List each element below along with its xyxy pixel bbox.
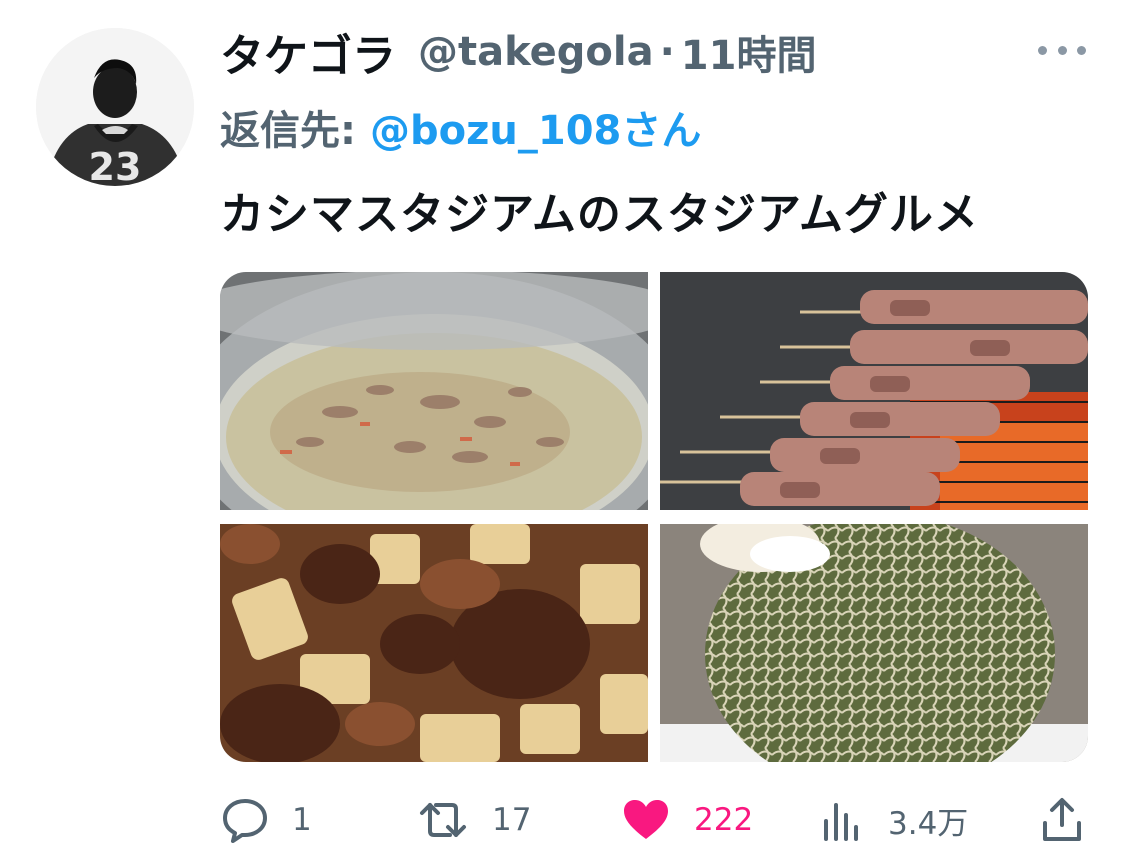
avatar-jersey-number: 23 <box>89 145 142 186</box>
speech-bubble-icon <box>223 799 267 843</box>
action-bar: 1 17 222 3.4万 <box>220 790 1090 850</box>
retweet-count: 17 <box>492 802 532 838</box>
tweet-header: タケゴラ @takegola · 11時間 <box>220 22 816 82</box>
like-button[interactable]: 222 <box>620 790 753 850</box>
photo-yakitori-skewers[interactable] <box>660 272 1088 510</box>
more-dots-icon[interactable] <box>1038 36 1086 64</box>
reply-context: 返信先: @bozu_108さん <box>220 98 701 156</box>
avatar[interactable]: 23 <box>36 28 194 186</box>
bar-chart-icon <box>824 803 858 841</box>
retweet-icon <box>420 803 466 837</box>
views-button[interactable]: 3.4万 <box>820 790 968 850</box>
reply-to-link[interactable]: @bozu_108さん <box>370 98 701 156</box>
separator-dot: · <box>659 29 675 75</box>
display-name[interactable]: タケゴラ <box>220 20 396 84</box>
reply-label: 返信先: <box>220 108 356 154</box>
retweet-button[interactable]: 17 <box>416 790 531 850</box>
media-grid <box>220 272 1088 762</box>
tweet-text: カシマスタジアムのスタジアムグルメ <box>220 189 979 240</box>
photo-stew-pot[interactable] <box>220 272 648 510</box>
photo-melon[interactable] <box>660 524 1088 762</box>
reply-button[interactable]: 1 <box>220 790 312 850</box>
user-handle[interactable]: @takegola <box>418 29 654 75</box>
heart-icon <box>624 800 668 839</box>
share-button[interactable] <box>1040 790 1084 850</box>
views-count: 3.4万 <box>888 805 969 842</box>
share-upload-icon <box>1043 798 1081 841</box>
photo-braised-beef[interactable] <box>220 524 648 762</box>
timestamp[interactable]: 11時間 <box>681 23 817 81</box>
like-count: 222 <box>694 802 754 838</box>
reply-count: 1 <box>292 802 312 838</box>
